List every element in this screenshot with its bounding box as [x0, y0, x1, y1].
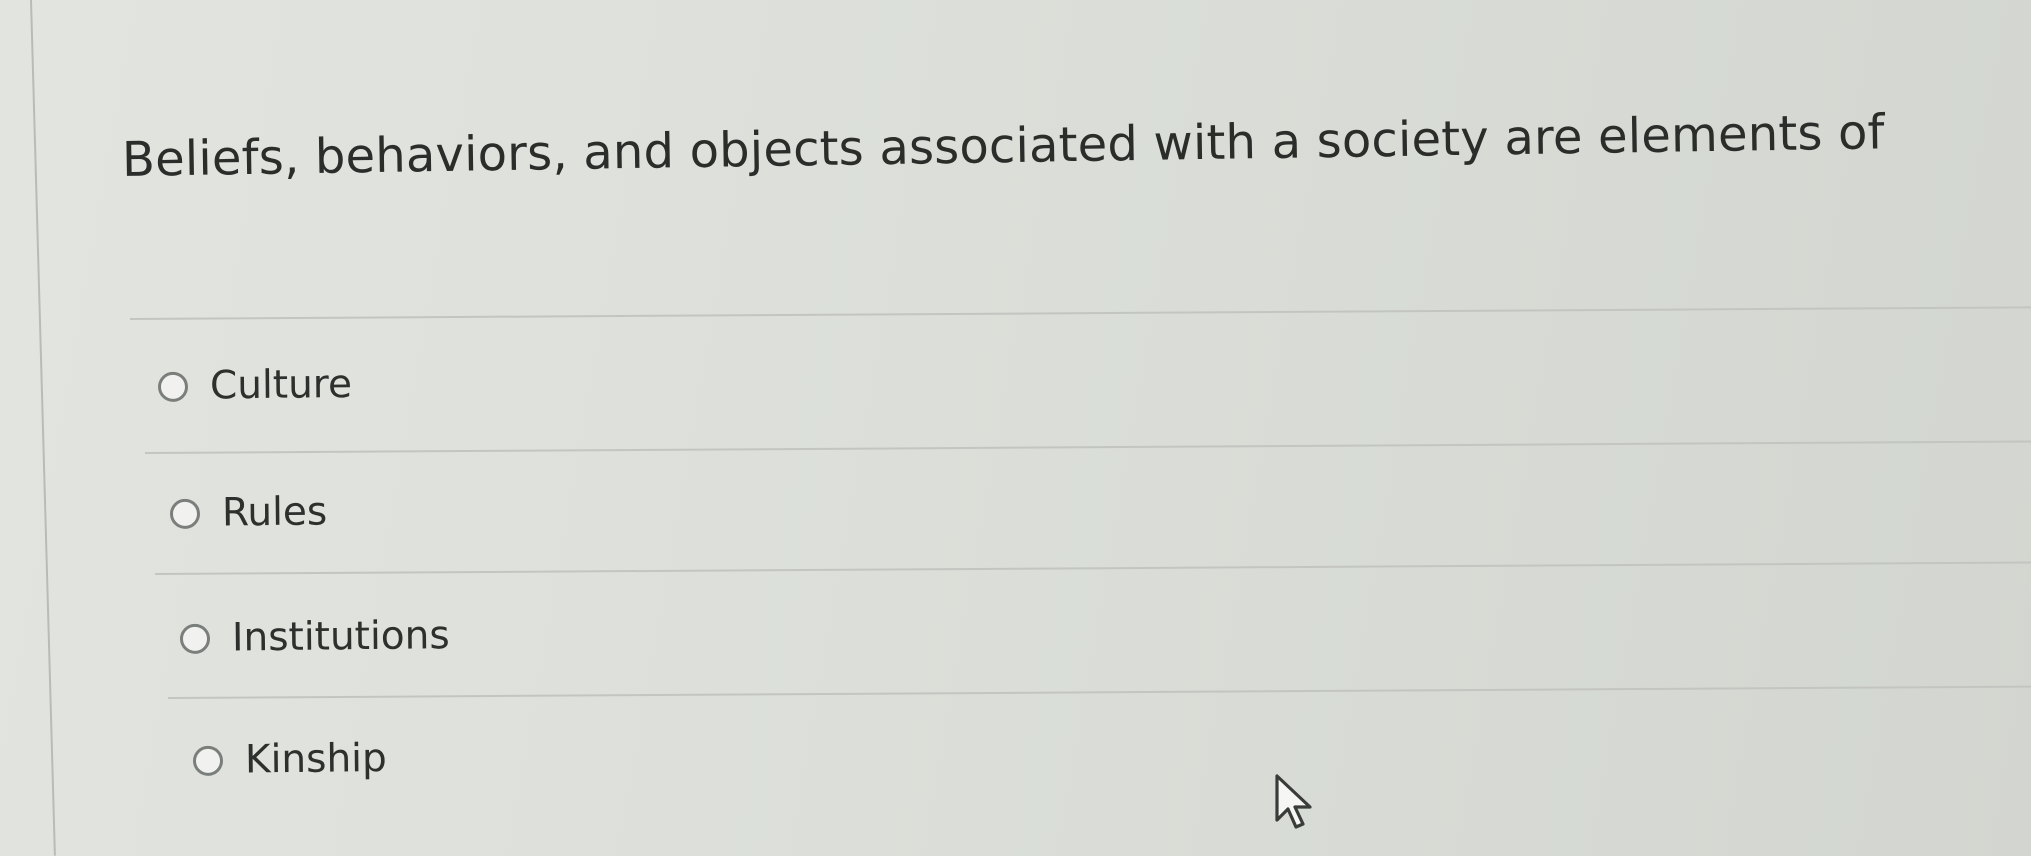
- mouse-pointer-icon: [1275, 774, 1312, 829]
- quiz-question-panel: Beliefs, behaviors, and objects associat…: [0, 0, 2031, 856]
- answer-option-institutions[interactable]: Institutions: [179, 613, 450, 661]
- divider: [129, 306, 2031, 320]
- answer-label: Rules: [221, 489, 328, 536]
- answer-option-rules[interactable]: Rules: [169, 489, 328, 536]
- radio-button-icon[interactable]: [192, 745, 224, 776]
- question-text: Beliefs, behaviors, and objects associat…: [121, 104, 1886, 188]
- radio-button-icon[interactable]: [157, 371, 189, 402]
- answer-option-culture[interactable]: Culture: [157, 361, 353, 409]
- answer-label: Institutions: [231, 613, 450, 661]
- answer-option-kinship[interactable]: Kinship: [192, 735, 387, 783]
- radio-button-icon[interactable]: [179, 623, 211, 654]
- divider: [154, 561, 2031, 575]
- divider: [144, 440, 2031, 454]
- divider: [167, 685, 2031, 699]
- answer-label: Culture: [209, 361, 353, 409]
- radio-button-icon[interactable]: [169, 498, 201, 529]
- answer-label: Kinship: [244, 735, 387, 783]
